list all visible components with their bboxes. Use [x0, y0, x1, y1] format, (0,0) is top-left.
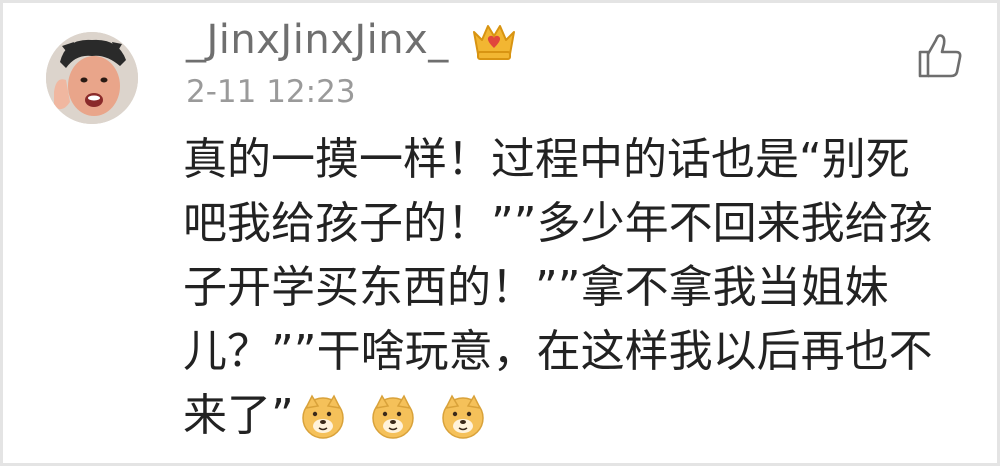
- comment-line: 吧我给孩子的！””多少年不回来我给孩: [183, 198, 933, 249]
- avatar-image: [46, 32, 138, 124]
- comment-card: _JinxJinxJinx_ 2-11 12:23 真的一摸一样！过程中的话也是…: [0, 0, 1000, 466]
- comment-line: 子开学买东西的！””拿不拿我当姐妹: [183, 262, 889, 313]
- comment-line: 真的一摸一样！过程中的话也是“别死: [183, 134, 910, 185]
- thumbs-up-icon: [918, 34, 962, 78]
- comment-line: 儿？””干啥玩意，在这样我以后再也不: [183, 326, 933, 377]
- doge-emoji: [440, 394, 486, 440]
- username[interactable]: _JinxJinxJinx_: [186, 16, 449, 64]
- doge-emoji: [300, 394, 346, 440]
- comment-body: 真的一摸一样！过程中的话也是“别死 吧我给孩子的！””多少年不回来我给孩 子开学…: [183, 128, 963, 448]
- comment-timestamp: 2-11 12:23: [186, 74, 356, 110]
- doge-emoji: [370, 394, 416, 440]
- like-button[interactable]: [914, 30, 966, 82]
- vip-crown-icon: [470, 18, 518, 62]
- comment-line-text: 来了”: [183, 390, 294, 441]
- comment-line-last: 来了”: [183, 384, 963, 448]
- avatar[interactable]: [46, 32, 138, 124]
- emoji-row: [300, 386, 496, 450]
